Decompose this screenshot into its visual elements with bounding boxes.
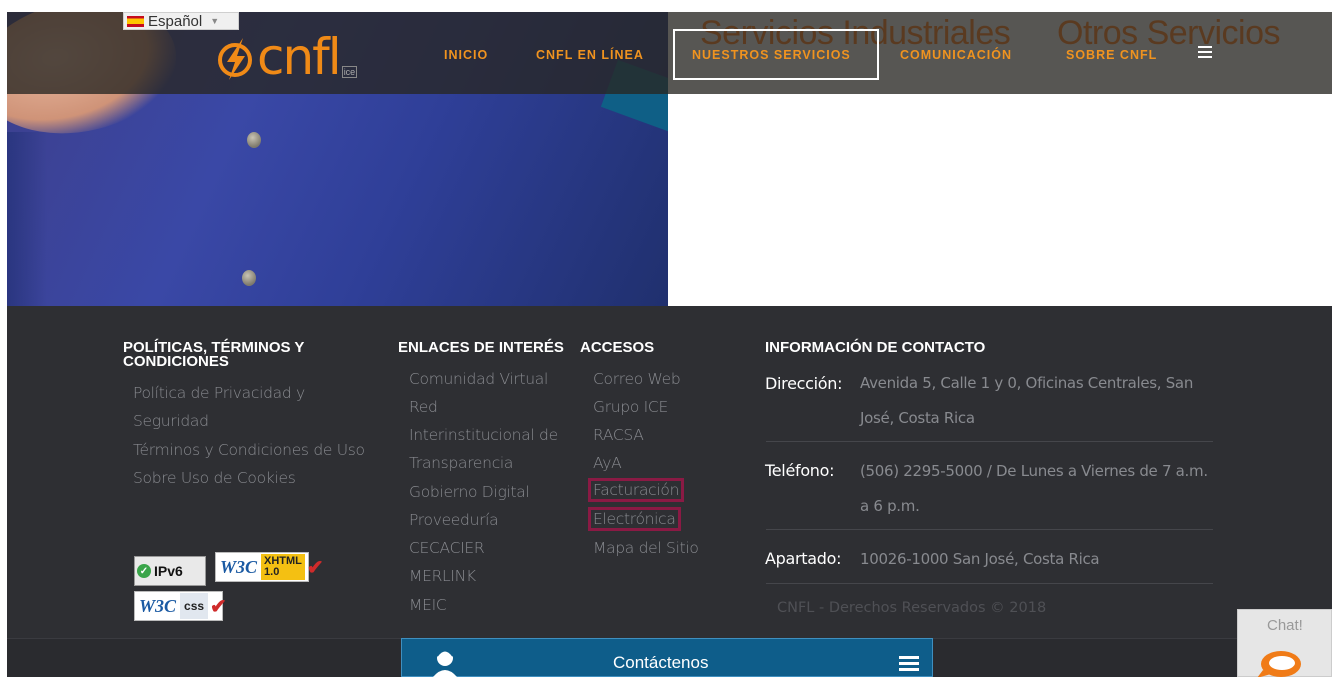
link-grupo-ice[interactable]: Grupo ICE [593,398,668,416]
contact-divider [766,529,1213,530]
contact-bar-label: Contáctenos [613,653,709,672]
nav-inicio[interactable]: INICIO [444,48,488,62]
address-label: Dirección: [765,374,843,393]
nav-nuestros-servicios[interactable]: NUESTROS SERVICIOS [692,48,851,62]
link-privacy-policy[interactable]: Política de Privacidad y [133,384,305,402]
menu-icon[interactable] [899,656,919,674]
chat-label: Chat! [1267,617,1303,634]
links-of-interest-title: ENLACES DE INTERÉS [398,339,564,356]
contact-divider [766,583,1213,584]
lightning-circle-icon [218,38,252,80]
contact-bar[interactable]: Contáctenos [401,638,933,677]
language-label: Español [148,12,203,30]
link-cookies[interactable]: Sobre Uso de Cookies [133,469,296,487]
chat-bubble-icon [1257,651,1301,677]
nav-sobre-cnfl[interactable]: SOBRE CNFL [1066,48,1157,62]
ipv6-label: IPv6 [154,563,183,579]
link-privacy-policy-cont[interactable]: Seguridad [133,412,209,430]
chevron-down-icon: ▼ [210,16,220,26]
phone-line1: (506) 2295-5000 / De Lunes a Viernes de … [860,462,1208,480]
link-interinstitucional[interactable]: Interinstitucional de [409,426,558,444]
access-title: ACCESOS [580,339,655,356]
w3c-label: W3C [139,595,177,616]
support-agent-icon [433,649,457,677]
link-red[interactable]: Red [409,398,438,416]
ipv6-badge[interactable]: ✓ IPv6 [134,556,206,586]
w3c-xhtml-badge[interactable]: W3C XHTML 1.0 ✔ [215,552,324,582]
link-electronica[interactable]: Electrónica [588,507,681,531]
cnfl-logo[interactable]: cnfl ice [213,26,393,82]
link-cecacier[interactable]: CECACIER [409,539,485,557]
link-meic[interactable]: MEIC [409,596,447,614]
copyright: CNFL - Derechos Reservados © 2018 [777,600,1047,616]
check-icon: ✓ [137,564,151,578]
link-facturacion[interactable]: Facturación [587,478,685,502]
link-mapa-del-sitio[interactable]: Mapa del Sitio [593,539,699,557]
link-comunidad-virtual[interactable]: Comunidad Virtual [409,370,548,388]
pobox-label: Apartado: [765,549,842,568]
link-racsa[interactable]: RACSA [593,426,644,444]
contact-info-title: INFORMACIÓN DE CONTACTO [765,339,986,356]
chat-widget[interactable]: Chat! [1237,609,1332,677]
phone-line2: a 6 p.m. [860,497,920,515]
address-line2: José, Costa Rica [860,409,975,427]
css-label: css [180,593,209,619]
shirt-button-graphic [247,132,261,148]
ice-logo-tag: ice [341,66,358,78]
link-aya[interactable]: AyA [593,454,622,472]
checkmark-icon: ✔ [210,595,227,618]
logo-wordmark: cnfl [213,32,342,82]
xhtml-label: XHTML 1.0 [261,554,305,580]
address-line1: Avenida 5, Calle 1 y 0, Oficinas Central… [860,374,1194,392]
w3c-label: W3C [220,556,258,577]
link-correo-web[interactable]: Correo Web [593,370,681,388]
menu-icon[interactable] [1198,46,1212,61]
policies-title: POLÍTICAS, TÉRMINOS Y CONDICIONES [123,339,305,370]
phone-label: Teléfono: [765,461,835,480]
link-proveeduria[interactable]: Proveeduría [409,511,499,529]
shirt-fold-graphic [7,132,47,306]
nav-cnfl-en-linea[interactable]: CNFL EN LÍNEA [536,48,644,62]
link-terms[interactable]: Términos y Condiciones de Uso [133,441,365,459]
w3c-css-badge[interactable]: W3C css ✔ [134,591,227,621]
nav-comunicacion[interactable]: COMUNICACIÓN [900,48,1012,62]
shirt-button-graphic [242,270,256,286]
pobox-value: 10026-1000 San José, Costa Rica [860,550,1100,568]
link-merlink[interactable]: MERLINK [409,567,476,585]
checkmark-icon: ✔ [306,556,324,579]
link-gobierno-digital[interactable]: Gobierno Digital [409,483,530,501]
contact-divider [766,441,1213,442]
link-transparencia[interactable]: Transparencia [409,454,513,472]
spain-flag-icon [127,15,144,27]
